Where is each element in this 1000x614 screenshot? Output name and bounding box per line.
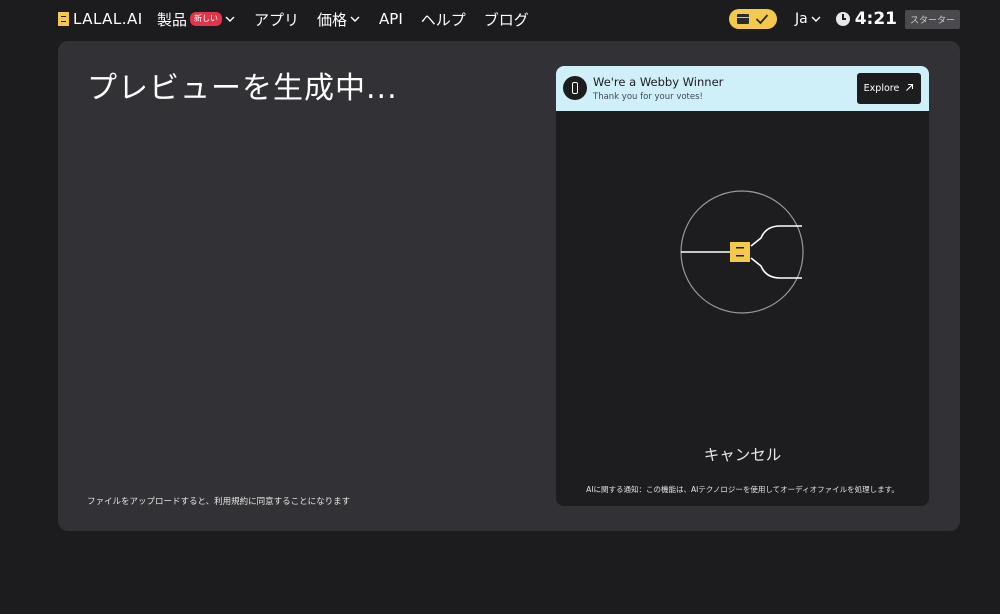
nav-pricing[interactable]: 価格: [317, 9, 361, 30]
output-line-top: [750, 225, 802, 247]
main-panel: プレビューを生成中... ファイルをアップロードすると、利用規約に同意することに…: [58, 41, 960, 531]
nav-help[interactable]: ヘルプ: [421, 9, 466, 30]
processing-status-pill[interactable]: [728, 9, 777, 29]
language-selector[interactable]: Ja: [795, 11, 822, 27]
header-tools: Ja 4:21 スターター: [728, 8, 960, 30]
splitter-box-icon: [730, 242, 750, 262]
nav-products-label: 製品: [157, 10, 188, 29]
archive-box-icon: [736, 14, 749, 24]
nav-blog-label: ブログ: [483, 10, 529, 29]
brand-name: LALAL.AI: [73, 10, 143, 28]
ai-notice: AIに関する通知：この機能は、AIテクノロジーを使用してオーディオファイルを処理…: [586, 485, 899, 494]
preview-card: We're a Webby Winner Thank you for your …: [556, 66, 929, 506]
lalal-logo-icon: [58, 12, 69, 26]
minutes-balance[interactable]: 4:21: [835, 9, 897, 29]
checkmark-icon: [755, 10, 769, 29]
page-title: プレビューを生成中...: [87, 71, 398, 106]
minutes-remaining: 4:21: [854, 9, 897, 29]
plan-badge[interactable]: スターター: [904, 9, 960, 29]
main-nav: 製品 新しい アプリ 価格 API ヘルプ ブログ: [157, 8, 547, 30]
new-badge: 新しい: [190, 12, 223, 26]
chevron-down-icon: [349, 14, 361, 24]
nav-apps-label: アプリ: [254, 10, 300, 29]
chevron-down-icon: [810, 14, 822, 24]
nav-help-label: ヘルプ: [420, 10, 466, 29]
nav-pricing-label: 価格: [317, 10, 348, 29]
cancel-button[interactable]: キャンセル: [556, 443, 929, 465]
language-label: Ja: [794, 11, 808, 27]
top-navigation: LALAL.AI 製品 新しい アプリ 価格 API ヘルプ ブログ Ja 4:…: [0, 0, 1000, 38]
terms-notice: ファイルをアップロードすると、利用規約に同意することになります: [87, 497, 351, 507]
output-line-bottom: [750, 257, 802, 279]
nav-apps[interactable]: アプリ: [254, 9, 299, 30]
clock-icon: [835, 12, 850, 26]
nav-blog[interactable]: ブログ: [484, 9, 529, 30]
brand-logo[interactable]: LALAL.AI: [58, 9, 143, 29]
nav-api-label: API: [379, 10, 403, 28]
splitter-graphic: [680, 190, 804, 314]
chevron-down-icon: [224, 14, 236, 24]
nav-api[interactable]: API: [379, 10, 403, 28]
nav-products[interactable]: 製品 新しい: [157, 9, 236, 30]
